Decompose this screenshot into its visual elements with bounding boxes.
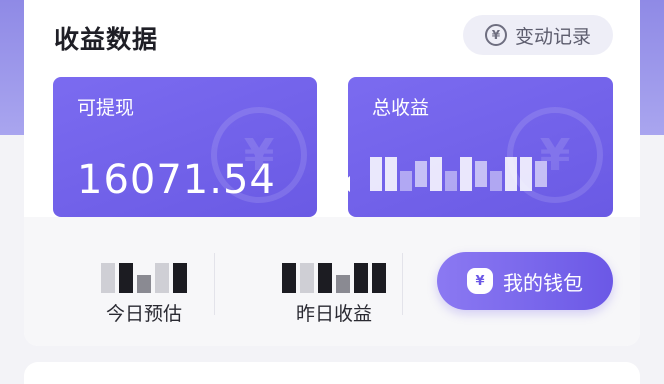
today-estimate-stat[interactable]: 今日预估 [64, 217, 224, 346]
next-section-card [24, 362, 640, 384]
withdrawable-tile[interactable]: 可提现 16071.54 ¥ [53, 77, 317, 217]
my-wallet-button[interactable]: ¥ 我的钱包 [437, 252, 613, 310]
change-history-label: 变动记录 [514, 25, 591, 48]
yen-watermark-icon: ¥ [211, 107, 307, 203]
change-history-button[interactable]: ¥ 变动记录 [463, 15, 613, 55]
stat-divider [402, 253, 403, 315]
yesterday-earnings-value-masked [282, 263, 386, 293]
my-wallet-label: 我的钱包 [503, 270, 583, 295]
stat-divider [214, 253, 215, 315]
yen-watermark-icon: ¥ [507, 107, 603, 203]
yesterday-earnings-label: 昨日收益 [295, 303, 372, 325]
yen-circle-icon: ¥ [484, 24, 507, 46]
total-earnings-label: 总收益 [372, 97, 430, 119]
today-estimate-value-masked [101, 263, 187, 293]
money-bag-icon: ¥ [467, 268, 493, 294]
total-earnings-tile[interactable]: 总收益 ¥ [348, 77, 613, 217]
page-title: 收益数据 [54, 25, 159, 54]
withdrawable-label: 可提现 [77, 97, 135, 119]
today-estimate-label: 今日预估 [105, 303, 182, 325]
yesterday-earnings-stat[interactable]: 昨日收益 [254, 217, 414, 346]
tile-pointer [340, 176, 350, 192]
earnings-summary-row: 今日预估 昨日收益 ¥ 我的钱包 [24, 217, 640, 346]
